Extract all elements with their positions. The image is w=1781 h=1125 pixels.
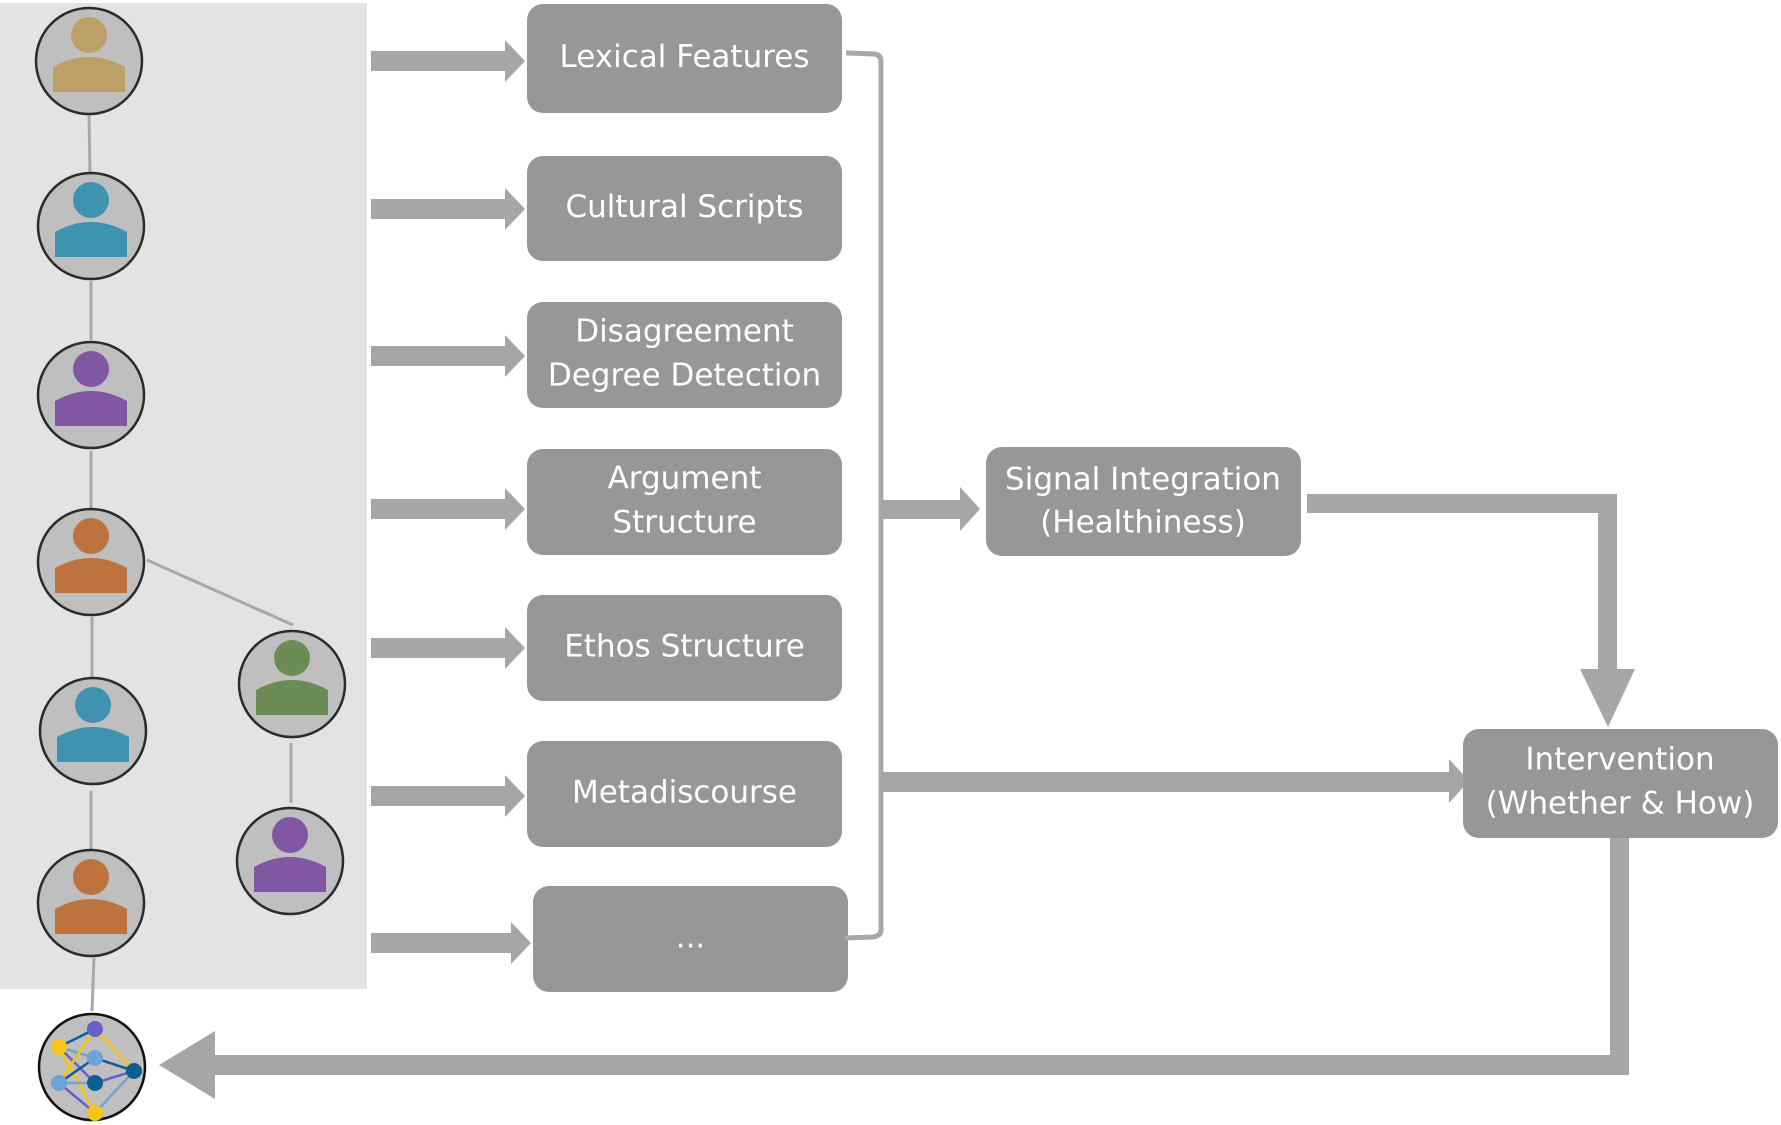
pipeline-diagram: Lexical Features Cultural Scripts Disagree… (0, 3, 1778, 1122)
input-arrow (371, 922, 531, 964)
input-arrow (371, 627, 525, 669)
participant-avatar (36, 507, 146, 617)
feature-box-lexical: Lexical Features (527, 4, 842, 113)
input-arrows (371, 40, 531, 964)
input-arrow (371, 335, 525, 377)
feature-box-label: Ethos Structure (564, 629, 805, 665)
feature-box-argument: Argument Structure (527, 449, 842, 555)
feature-bracket (844, 50, 884, 941)
input-arrow (371, 488, 525, 530)
signal-integration-line-1: Signal Integration (1005, 462, 1281, 498)
feature-box-more: ... (533, 886, 848, 992)
feature-box-cultural: Cultural Scripts (527, 156, 842, 261)
feature-box-label: Metadiscourse (572, 775, 797, 811)
intervention-box: Intervention (Whether & How) (1463, 729, 1778, 838)
intervention-line-2: (Whether & How) (1486, 786, 1755, 822)
participant-avatar (237, 629, 347, 739)
participant-avatar (36, 848, 146, 958)
feature-box-label: Lexical Features (559, 39, 809, 75)
participant-avatar (38, 676, 148, 786)
participant-avatar (36, 340, 146, 450)
participant-avatar (235, 806, 345, 916)
feature-box-ethos: Ethos Structure (527, 595, 842, 701)
arrow-signal-to-intervention (1307, 494, 1635, 727)
intervention-line-1: Intervention (1525, 742, 1714, 778)
feature-box-disagreement: Disagreement Degree Detection (527, 302, 842, 408)
signal-integration-line-2: (Healthiness) (1040, 505, 1246, 541)
feature-box-label: Degree Detection (548, 358, 821, 394)
participant-avatar (36, 171, 146, 281)
connector-p6-agent (90, 957, 96, 1012)
feature-box-metadiscourse: Metadiscourse (527, 741, 842, 847)
feature-box-label: Argument (608, 461, 762, 497)
input-arrow (371, 775, 525, 817)
feature-box-label: ... (676, 920, 706, 956)
ai-agent-node (37, 1012, 147, 1122)
input-arrow (371, 40, 525, 82)
feature-box-label: Cultural Scripts (566, 189, 804, 225)
feature-boxes: Lexical Features Cultural Scripts Disagree… (527, 4, 848, 992)
connector-p1-p2 (87, 114, 92, 175)
feedback-arrow-to-agent (159, 838, 1629, 1099)
input-arrow (371, 188, 525, 230)
feature-box-label: Structure (612, 505, 756, 541)
arrow-to-signal-integration (883, 487, 980, 531)
signal-integration-box: Signal Integration (Healthiness) (986, 447, 1301, 556)
participant-avatar (34, 6, 144, 116)
feature-box-label: Disagreement (575, 314, 794, 350)
arrow-to-intervention (883, 759, 1469, 803)
